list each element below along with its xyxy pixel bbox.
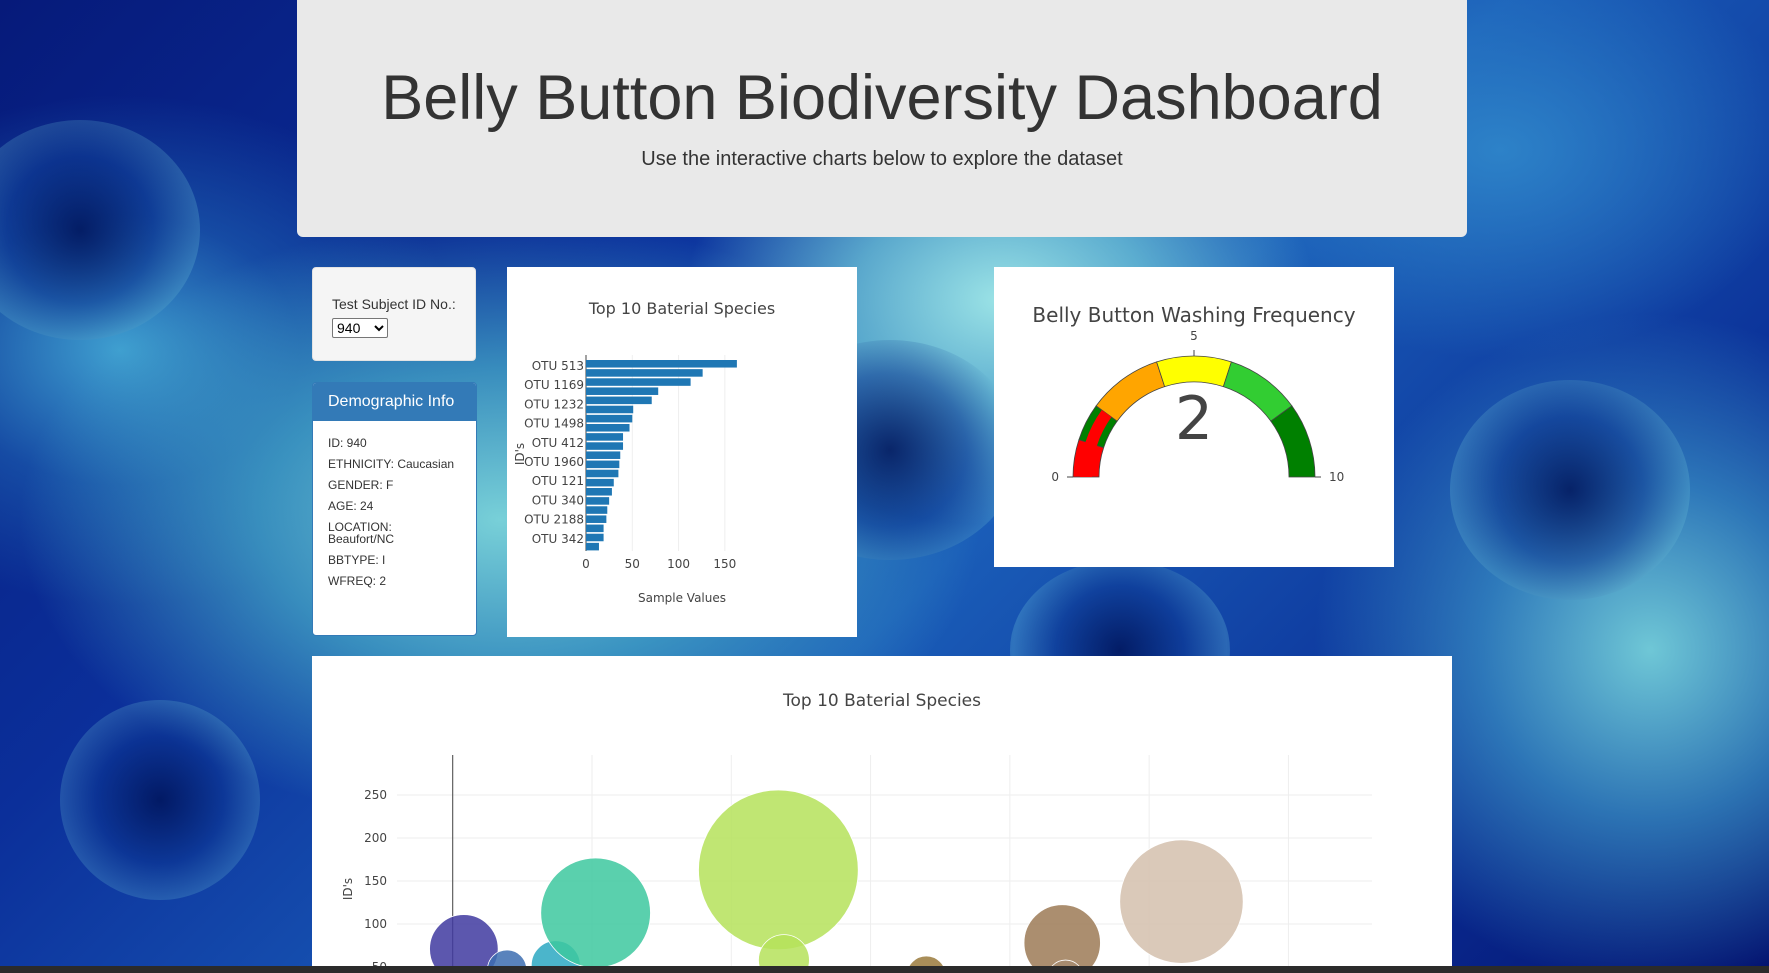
demographic-bbtype: BBTYPE: I	[328, 553, 386, 567]
demographic-id: ID: 940	[328, 436, 367, 450]
bar-mark[interactable]	[586, 396, 652, 405]
bar-mark[interactable]	[586, 433, 624, 441]
bubble-y-tick-label: 150	[364, 874, 387, 888]
background-cell	[1450, 380, 1690, 600]
background-cell	[60, 700, 260, 900]
demographic-panel: Demographic Info ID: 940 ETHNICITY: Cauc…	[312, 382, 477, 636]
bar-mark[interactable]	[586, 360, 737, 368]
gauge-tick-label: 10	[1329, 470, 1344, 484]
demographic-panel-body: ID: 940 ETHNICITY: Caucasian GENDER: F A…	[313, 421, 476, 587]
taskbar-strip	[0, 966, 1769, 973]
bar-y-tick-label: OTU 2188	[524, 513, 584, 527]
gauge-tick-label: 0	[1051, 470, 1059, 484]
bar-y-tick-label: OTU 340	[532, 493, 584, 507]
bubble-mark[interactable]	[907, 955, 946, 966]
bar-mark[interactable]	[586, 506, 608, 514]
bubble-y-tick-label: 250	[364, 788, 387, 802]
demographic-ethnicity: ETHNICITY: Caucasian	[328, 457, 455, 471]
bar-chart-card: Top 10 Baterial Species Sample Values ID…	[507, 267, 857, 637]
bubble-chart-card: Top 10 Baterial Species ID's 50100150200…	[312, 656, 1452, 966]
gauge-step-band	[1095, 361, 1166, 422]
bar-y-tick-label: OTU 1498	[524, 417, 584, 431]
gauge-chart-title: Belly Button Washing Frequency	[1032, 303, 1355, 327]
bubble-chart-y-axis-label: ID's	[341, 878, 355, 900]
bar-mark[interactable]	[586, 451, 621, 459]
bar-y-tick-label: OTU 513	[532, 359, 584, 373]
gauge-step-band	[1270, 405, 1316, 478]
bar-chart-x-axis-label: Sample Values	[638, 591, 726, 605]
bar-mark[interactable]	[586, 533, 604, 542]
demographic-age: AGE: 24	[328, 499, 374, 513]
demographic-panel-heading: Demographic Info	[313, 383, 476, 421]
subject-id-select[interactable]: 940	[332, 318, 388, 338]
header-jumbotron: Belly Button Biodiversity Dashboard Use …	[297, 0, 1467, 237]
bar-y-tick-label: OTU 1232	[524, 397, 584, 411]
bar-chart[interactable]: Top 10 Baterial Species Sample Values ID…	[507, 267, 857, 637]
bubble-mark[interactable]	[429, 914, 499, 966]
bar-mark[interactable]	[586, 497, 610, 505]
bar-mark[interactable]	[586, 414, 633, 423]
demographic-gender: GENDER: F	[328, 478, 394, 492]
bar-mark[interactable]	[586, 387, 659, 395]
gauge-value: 2	[1175, 384, 1213, 454]
page-title: Belly Button Biodiversity Dashboard	[381, 63, 1383, 133]
bubble-chart[interactable]: Top 10 Baterial Species ID's 50100150200…	[312, 656, 1452, 966]
bar-x-tick-label: 50	[625, 557, 640, 571]
bar-chart-title: Top 10 Baterial Species	[588, 299, 775, 318]
bubble-y-tick-label: 200	[364, 831, 387, 845]
demographic-wfreq: WFREQ: 2	[328, 574, 387, 588]
bar-mark[interactable]	[586, 442, 624, 450]
bar-mark[interactable]	[586, 405, 634, 414]
bar-mark[interactable]	[586, 424, 630, 432]
page-subtitle: Use the interactive charts below to expl…	[641, 148, 1123, 170]
bubble-mark[interactable]	[540, 857, 651, 966]
bar-mark[interactable]	[586, 515, 607, 523]
gauge-chart[interactable]: Belly Button Washing Frequency 0 5 10 2	[994, 267, 1394, 567]
bar-mark[interactable]	[586, 524, 604, 533]
bar-mark[interactable]	[586, 469, 619, 478]
bar-x-tick-label: 100	[667, 557, 690, 571]
subject-selector-label: Test Subject ID No.:	[332, 296, 456, 312]
bar-y-tick-label: OTU 1169	[524, 378, 584, 392]
bubble-y-tick-label: 100	[364, 917, 387, 931]
bar-y-tick-label: OTU 1960	[524, 455, 584, 469]
bubble-mark[interactable]	[1119, 839, 1244, 964]
bubble-chart-title: Top 10 Baterial Species	[782, 691, 981, 711]
demographic-location: LOCATION: Beaufort/NC	[328, 520, 395, 546]
bar-y-tick-label: OTU 412	[532, 436, 584, 450]
bar-mark[interactable]	[586, 378, 691, 386]
bar-y-tick-label: OTU 342	[532, 532, 584, 546]
subject-selector-well: Test Subject ID No.: 940	[312, 267, 476, 361]
bar-x-tick-label: 0	[582, 557, 590, 571]
bar-mark[interactable]	[586, 460, 620, 469]
background-cell	[0, 120, 200, 340]
bar-x-tick-label: 150	[713, 557, 736, 571]
bar-mark[interactable]	[586, 369, 703, 377]
bubble-mark[interactable]	[698, 789, 859, 951]
gauge-chart-card: Belly Button Washing Frequency 0 5 10 2	[994, 267, 1394, 567]
bar-mark[interactable]	[586, 478, 614, 487]
bar-mark[interactable]	[586, 488, 612, 496]
gauge-tick-label: 5	[1190, 329, 1198, 343]
bubble-mark[interactable]	[1023, 904, 1101, 966]
gauge-step-band	[1156, 355, 1232, 388]
bar-mark[interactable]	[586, 542, 599, 551]
gauge-step-band	[1222, 361, 1293, 422]
bar-y-tick-label: OTU 121	[532, 474, 584, 488]
